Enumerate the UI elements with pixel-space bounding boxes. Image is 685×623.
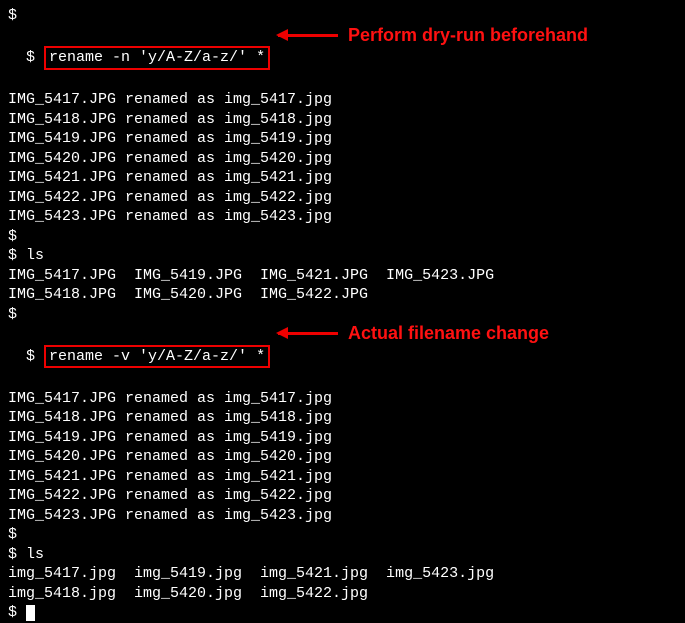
output-line: IMG_5422.JPG renamed as img_5422.jpg — [8, 486, 677, 506]
prompt: $ — [26, 348, 44, 365]
ls-output-before: IMG_5417.JPG IMG_5419.JPG IMG_5421.JPG I… — [8, 266, 677, 305]
ls-command[interactable]: $ ls — [8, 246, 677, 266]
output-line: IMG_5423.JPG renamed as img_5423.jpg — [8, 207, 677, 227]
output-line: IMG_5418.JPG IMG_5420.JPG IMG_5422.JPG — [8, 285, 677, 305]
command-line-dry-run: $ rename -n 'y/A-Z/a-z/' * Perform dry-r… — [8, 26, 677, 91]
output-line: IMG_5421.JPG renamed as img_5421.jpg — [8, 168, 677, 188]
annotation-actual: Actual filename change — [278, 322, 549, 345]
rename-dry-run-command[interactable]: rename -n 'y/A-Z/a-z/' * — [44, 46, 270, 70]
ls-output-after: img_5417.jpg img_5419.jpg img_5421.jpg i… — [8, 564, 677, 603]
output-line: IMG_5418.JPG renamed as img_5418.jpg — [8, 110, 677, 130]
ls-command[interactable]: $ ls — [8, 545, 677, 565]
output-line: IMG_5417.JPG renamed as img_5417.jpg — [8, 389, 677, 409]
output-line: IMG_5417.JPG IMG_5419.JPG IMG_5421.JPG I… — [8, 266, 677, 286]
arrow-icon — [278, 34, 338, 37]
prompt-text: $ — [8, 604, 26, 621]
prompt-line: $ — [8, 525, 677, 545]
dry-run-output: IMG_5417.JPG renamed as img_5417.jpgIMG_… — [8, 90, 677, 227]
annotation-text: Perform dry-run beforehand — [348, 24, 588, 47]
annotation-text: Actual filename change — [348, 322, 549, 345]
output-line: img_5417.jpg img_5419.jpg img_5421.jpg i… — [8, 564, 677, 584]
output-line: IMG_5420.JPG renamed as img_5420.jpg — [8, 447, 677, 467]
output-line: IMG_5423.JPG renamed as img_5423.jpg — [8, 506, 677, 526]
output-line: IMG_5417.JPG renamed as img_5417.jpg — [8, 90, 677, 110]
output-line: IMG_5421.JPG renamed as img_5421.jpg — [8, 467, 677, 487]
annotation-dry-run: Perform dry-run beforehand — [278, 24, 588, 47]
prompt-line: $ — [8, 227, 677, 247]
rename-actual-command[interactable]: rename -v 'y/A-Z/a-z/' * — [44, 345, 270, 369]
output-line: IMG_5418.JPG renamed as img_5418.jpg — [8, 408, 677, 428]
output-line: img_5418.jpg img_5420.jpg img_5422.jpg — [8, 584, 677, 604]
output-line: IMG_5419.JPG renamed as img_5419.jpg — [8, 428, 677, 448]
output-line: IMG_5420.JPG renamed as img_5420.jpg — [8, 149, 677, 169]
output-line: IMG_5419.JPG renamed as img_5419.jpg — [8, 129, 677, 149]
cursor-icon — [26, 605, 35, 621]
command-line-actual: $ rename -v 'y/A-Z/a-z/' * Actual filena… — [8, 324, 677, 389]
output-line: IMG_5422.JPG renamed as img_5422.jpg — [8, 188, 677, 208]
actual-output: IMG_5417.JPG renamed as img_5417.jpgIMG_… — [8, 389, 677, 526]
arrow-icon — [278, 332, 338, 335]
prompt: $ — [26, 49, 44, 66]
final-prompt[interactable]: $ — [8, 603, 677, 623]
